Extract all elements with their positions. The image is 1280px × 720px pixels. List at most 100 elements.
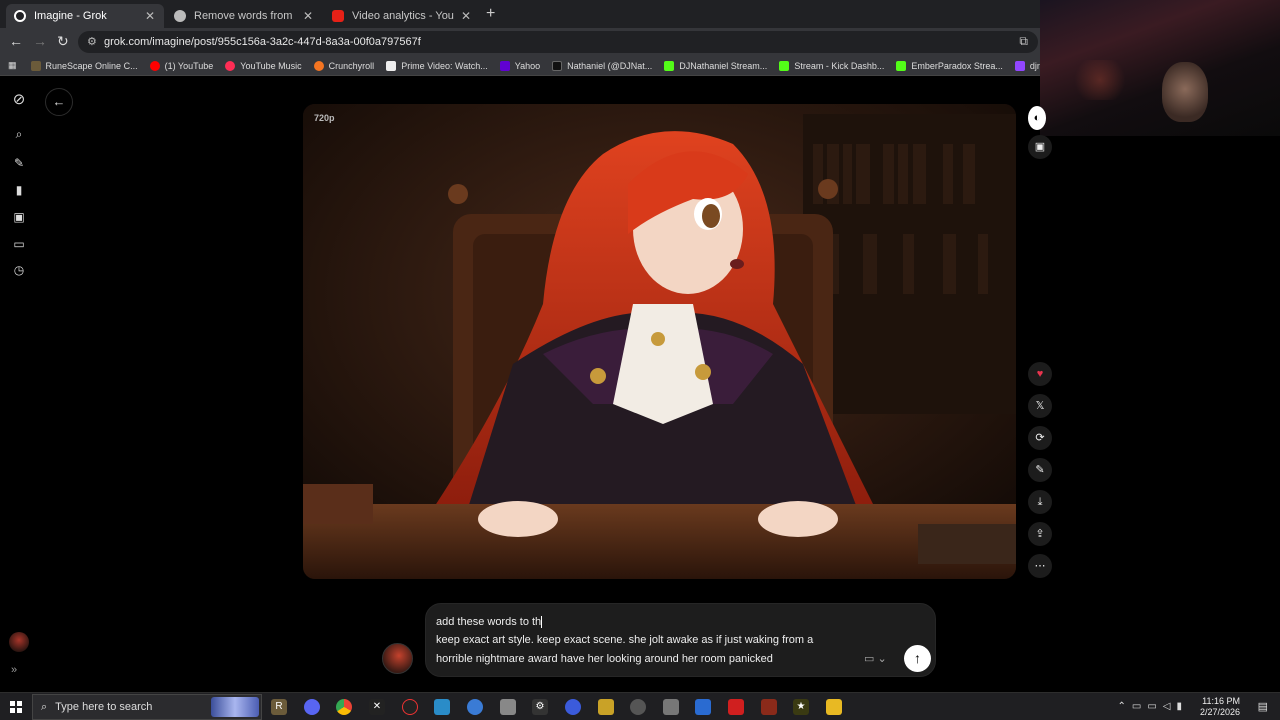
- heart-icon[interactable]: ♥: [1028, 362, 1052, 386]
- bookmark-item[interactable]: Yahoo: [499, 60, 541, 71]
- address-bar[interactable]: ⚙ grok.com/imagine/post/955c156a-3a2c-44…: [78, 31, 1038, 53]
- bookmark-item[interactable]: YouTube Music: [225, 60, 302, 71]
- webcam-light: [1070, 60, 1130, 100]
- kick-icon: [664, 60, 675, 71]
- site-info-icon[interactable]: ⚙: [87, 35, 97, 48]
- app-browser-icon[interactable]: [467, 699, 483, 715]
- webcam-overlay: [1040, 0, 1280, 136]
- app-notes-icon[interactable]: [434, 699, 450, 715]
- imagine-icon[interactable]: ▣: [9, 207, 29, 227]
- forward-arrow-icon[interactable]: →: [33, 33, 47, 49]
- bookmark-item[interactable]: DJNathaniel Stream...: [664, 60, 768, 71]
- bookmark-item[interactable]: Stream - Kick Dashb...: [779, 60, 884, 71]
- left-sidebar: ⊘ ⌕ ✎ ▮ ▣ ▭ ◷: [0, 80, 38, 692]
- system-tray[interactable]: ⌃▭▭◁▮: [1118, 701, 1188, 712]
- kick-icon: [896, 60, 907, 71]
- app-recorder-icon[interactable]: [402, 699, 418, 715]
- taskbar-search[interactable]: ⌕ Type here to search: [32, 694, 262, 720]
- history-icon[interactable]: ◷: [9, 260, 29, 280]
- tab-title: Video analytics - YouTube Studi: [352, 10, 454, 22]
- tab-strip: Imagine - Grok ✕ Remove words from image…: [0, 0, 1040, 28]
- app-files-icon[interactable]: [500, 699, 516, 715]
- runescape-icon: [30, 60, 41, 71]
- taskbar-clock[interactable]: 11:16 PM 2/27/2026: [1190, 696, 1240, 718]
- reload-icon[interactable]: ↻: [57, 33, 69, 50]
- kick-icon: [779, 60, 790, 71]
- bookmark-label: djnathanielrs3 - Twit...: [1029, 60, 1040, 71]
- folder-icon[interactable]: ▭: [9, 234, 29, 254]
- app-tool-icon[interactable]: [663, 699, 679, 715]
- video-mode-dropdown[interactable]: ▭ ⌄: [864, 652, 887, 665]
- bookmark-label: YouTube Music: [240, 60, 302, 71]
- notification-icon[interactable]: ▤: [1258, 700, 1268, 713]
- image-edit-icon[interactable]: ▣: [1028, 135, 1052, 159]
- calculator-icon[interactable]: [695, 699, 711, 715]
- tab-imagine-grok[interactable]: Imagine - Grok ✕: [6, 4, 164, 28]
- tab-video-analytics[interactable]: Video analytics - YouTube Studi ✕: [324, 4, 480, 28]
- app-star-icon[interactable]: ★: [793, 699, 809, 715]
- bookmark-label: Yahoo: [514, 60, 541, 71]
- close-icon[interactable]: ✕: [144, 9, 156, 23]
- more-icon[interactable]: ⋯: [1028, 554, 1052, 578]
- close-icon[interactable]: ✕: [460, 9, 472, 23]
- bookmark-item[interactable]: Crunchyroll: [313, 60, 374, 71]
- back-arrow-icon[interactable]: ←: [9, 33, 23, 49]
- browser-toolbar: ← → ↻ ⚙ grok.com/imagine/post/955c156a-3…: [0, 28, 1040, 56]
- chrome-icon[interactable]: [336, 699, 352, 715]
- app-x-icon[interactable]: ✕: [369, 699, 385, 715]
- grok-icon: [14, 10, 26, 22]
- voice-icon[interactable]: ▮: [9, 180, 29, 200]
- bookmark-item[interactable]: djnathanielrs3 - Twit...: [1014, 60, 1040, 71]
- toggle-icon[interactable]: ◐: [1028, 106, 1046, 130]
- download-icon[interactable]: ⤓: [1028, 490, 1052, 514]
- tab-remove-words[interactable]: Remove words from image ✕: [166, 4, 322, 28]
- bookmark-label: DJNathaniel Stream...: [679, 60, 768, 71]
- search-icon[interactable]: ⌕: [9, 124, 29, 144]
- install-app-icon[interactable]: ⧉: [1019, 34, 1028, 49]
- grok-logo-icon[interactable]: ⊘: [9, 90, 29, 110]
- send-button[interactable]: ↑: [904, 645, 931, 672]
- bookmark-item[interactable]: RuneScape Online C...: [30, 60, 138, 71]
- bookmark-item[interactable]: (1) YouTube: [149, 60, 214, 71]
- bookmark-label: Prime Video: Watch...: [401, 60, 488, 71]
- x-icon: [552, 60, 563, 71]
- app-gray-icon[interactable]: [630, 699, 646, 715]
- yahoo-icon: [499, 60, 510, 71]
- x-share-icon[interactable]: 𝕏: [1028, 394, 1052, 418]
- bookmark-label: Nathaniel (@DJNat...: [567, 60, 653, 71]
- discord-icon[interactable]: [304, 699, 320, 715]
- bookmark-item[interactable]: Prime Video: Watch...: [386, 60, 488, 71]
- bookmark-item[interactable]: EmberParadox Strea...: [896, 60, 1003, 71]
- file-explorer-icon[interactable]: [826, 699, 842, 715]
- new-tab-button[interactable]: +: [486, 5, 495, 23]
- avatar[interactable]: [9, 632, 29, 652]
- youtube-icon: [149, 60, 160, 71]
- close-icon[interactable]: ✕: [302, 9, 314, 23]
- generated-image[interactable]: [303, 104, 1016, 579]
- windows-start-icon[interactable]: [10, 701, 22, 713]
- back-button[interactable]: ←: [45, 88, 73, 116]
- apps-grid-icon[interactable]: ▦: [8, 60, 17, 71]
- source-image-thumbnail[interactable]: [382, 643, 413, 674]
- bookmarks-bar: ▦ RuneScape Online C... (1) YouTube YouT…: [0, 56, 1040, 76]
- app-yellow-icon[interactable]: [598, 699, 614, 715]
- expand-sidebar-icon[interactable]: »: [11, 664, 17, 676]
- share-icon[interactable]: ⇪: [1028, 522, 1052, 546]
- runescape-taskbar-icon[interactable]: R: [271, 699, 287, 715]
- app-circle-icon[interactable]: [565, 699, 581, 715]
- bookmark-item[interactable]: Nathaniel (@DJNat...: [552, 60, 653, 71]
- anime-illustration: [303, 104, 1016, 579]
- youtube-studio-icon: [332, 10, 344, 22]
- taskbar: ⌕ Type here to search R ✕ ⚙ ★ ⌃▭▭◁▮ 11:1…: [0, 692, 1280, 720]
- text-caret: [541, 616, 543, 629]
- chevron-down-icon: ⌄: [877, 653, 887, 665]
- edit-icon[interactable]: ✎: [9, 153, 29, 173]
- regenerate-icon[interactable]: ⟳: [1028, 426, 1052, 450]
- youtube-music-icon: [225, 60, 236, 71]
- amd-icon[interactable]: [728, 699, 744, 715]
- bookmark-label: (1) YouTube: [164, 60, 214, 71]
- prompt-input[interactable]: add these words to th keep exact art sty…: [425, 603, 936, 677]
- app-red-icon[interactable]: [761, 699, 777, 715]
- edit-image-icon[interactable]: ✎: [1028, 458, 1052, 482]
- settings-icon[interactable]: ⚙: [532, 699, 548, 715]
